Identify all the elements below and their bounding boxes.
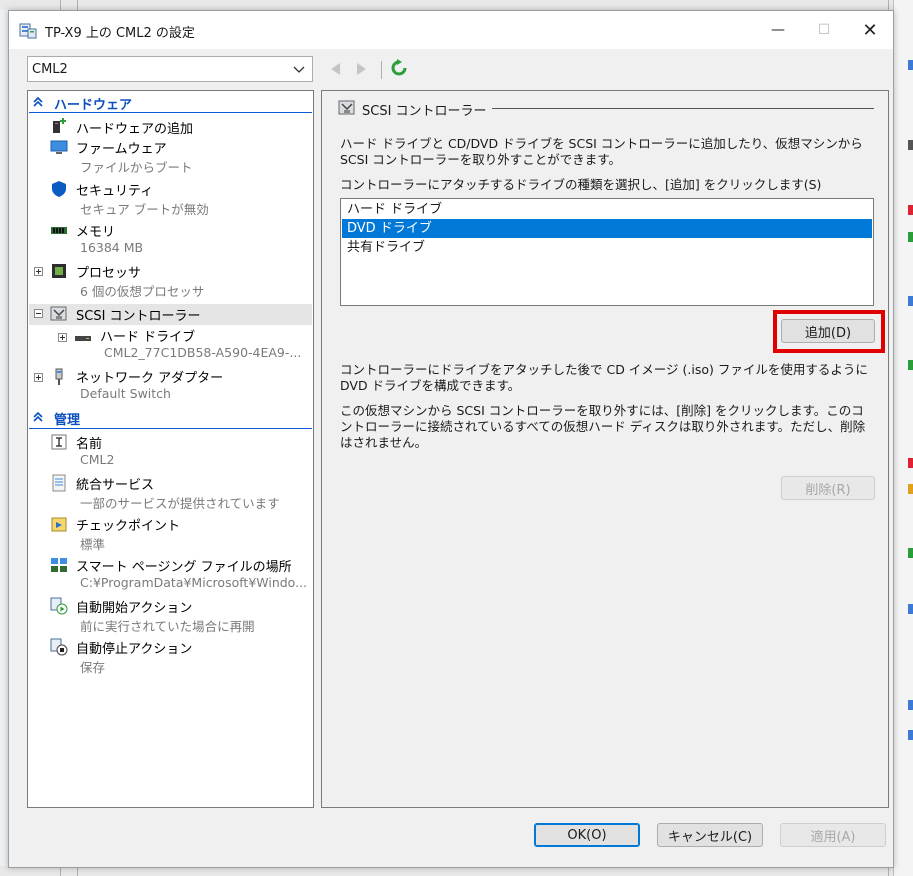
chevron-down-icon (293, 66, 305, 73)
maximize-button[interactable]: ☐ (801, 11, 847, 49)
list-item-shared-drive[interactable]: 共有ドライブ (342, 238, 872, 257)
smart-paging-icon (51, 558, 67, 572)
tree-item-scsi-controller[interactable]: SCSI コントローラー (76, 305, 201, 324)
management-header[interactable]: 管理 (54, 409, 80, 428)
firmware-icon (50, 140, 68, 154)
scsi-controller-panel: SCSI コントローラー ハード ドライブと CD/DVD ドライブを SCSI… (321, 90, 889, 808)
hardware-header[interactable]: ハードウェア (54, 94, 132, 113)
vm-selector-value: CML2 (32, 62, 68, 77)
checkpoint-icon (51, 517, 67, 532)
tree-item-processor-sub: 6 個の仮想プロセッサ (80, 284, 205, 299)
tree-item-security-sub: セキュア ブートが無効 (80, 202, 209, 217)
hard-drive-icon (75, 336, 91, 341)
tree-item-security[interactable]: セキュリティ (76, 180, 153, 199)
back-arrow-icon[interactable] (331, 63, 341, 75)
collapse-chevrons-icon[interactable] (32, 96, 44, 108)
tree-item-auto-start[interactable]: 自動開始アクション (76, 597, 192, 616)
tree-item-network-adapter[interactable]: ネットワーク アダプター (76, 367, 223, 386)
vm-settings-icon (19, 23, 37, 39)
hardware-header-line (29, 112, 312, 113)
panel-title: SCSI コントローラー (362, 104, 487, 119)
forward-arrow-icon[interactable] (356, 63, 366, 75)
memory-icon (51, 227, 67, 234)
tree-item-auto-start-sub: 前に実行されていた場合に再開 (80, 619, 255, 634)
tree-item-smart-paging-sub: C:¥ProgramData¥Microsoft¥Windo... (80, 575, 308, 590)
collapse-scsi-button[interactable] (34, 309, 43, 318)
tree-item-firmware-sub: ファイルからブート (80, 160, 193, 175)
expand-network-button[interactable] (34, 373, 43, 382)
tree-item-hard-drive-sub: CML2_77C1DB58-A590-4EA9-... (104, 345, 302, 360)
settings-tree: ハードウェア ハードウェアの追加 ファームウェア ファイルからブート セキュリテ… (27, 90, 314, 808)
tree-item-firmware[interactable]: ファームウェア (76, 138, 167, 157)
close-button[interactable]: ✕ (847, 11, 893, 49)
collapse-chevrons-icon[interactable] (32, 411, 44, 423)
tree-item-memory[interactable]: メモリ (76, 221, 115, 240)
add-hardware-icon (53, 118, 66, 133)
shield-icon (52, 181, 66, 197)
nav-separator (381, 61, 382, 79)
tree-item-checkpoint-sub: 標準 (80, 537, 106, 552)
tree-item-network-adapter-sub: Default Switch (80, 386, 171, 401)
minimize-button[interactable]: — (755, 11, 801, 49)
panel-description-1: ハード ドライブと CD/DVD ドライブを SCSI コントローラーに追加した… (340, 136, 863, 167)
drive-type-list[interactable]: ハード ドライブ DVD ドライブ 共有ドライブ (340, 198, 874, 306)
background-window-right (893, 0, 913, 876)
ok-button[interactable]: OK(O) (534, 823, 640, 847)
processor-icon (52, 264, 66, 278)
list-item-hard-drive[interactable]: ハード ドライブ (342, 200, 872, 219)
cancel-button[interactable]: キャンセル(C) (657, 823, 763, 847)
panel-description-2: コントローラーにドライブをアタッチした後で CD イメージ (.iso) ファイ… (340, 362, 868, 393)
tree-item-memory-sub: 16384 MB (80, 240, 144, 255)
tree-item-integration-services[interactable]: 統合サービス (76, 474, 154, 493)
tree-item-auto-stop-sub: 保存 (80, 660, 106, 675)
expand-processor-button[interactable] (34, 267, 43, 276)
tree-item-name-sub: CML2 (80, 452, 115, 467)
scsi-controller-icon (50, 306, 67, 321)
settings-window: TP-X9 上の CML2 の設定 — ☐ ✕ CML2 ハードウェア ハードウ… (8, 10, 894, 868)
vm-selector[interactable]: CML2 (27, 56, 313, 82)
drive-type-prompt: コントローラーにアタッチするドライブの種類を選択し、[追加] をクリックします(… (340, 177, 822, 192)
tree-item-name[interactable]: 名前 (76, 433, 102, 452)
expand-hard-drive-button[interactable] (58, 333, 67, 342)
tree-item-integration-services-sub: 一部のサービスが提供されています (80, 496, 280, 511)
apply-button[interactable]: 適用(A) (780, 823, 886, 847)
tree-item-auto-stop[interactable]: 自動停止アクション (76, 638, 192, 657)
panel-title-line (492, 108, 874, 109)
name-icon (51, 434, 67, 450)
tree-item-smart-paging[interactable]: スマート ページング ファイルの場所 (76, 556, 292, 575)
refresh-icon[interactable] (390, 59, 408, 77)
network-adapter-icon (55, 368, 63, 385)
tree-item-hard-drive[interactable]: ハード ドライブ (100, 326, 195, 345)
background-window-top (0, 0, 913, 10)
integration-services-icon (52, 474, 66, 492)
highlight-annotation-box (773, 310, 885, 353)
management-header-line (29, 428, 312, 429)
tree-item-processor[interactable]: プロセッサ (76, 262, 141, 281)
scsi-controller-icon (338, 100, 355, 115)
window-title: TP-X9 上の CML2 の設定 (45, 26, 195, 41)
panel-description-3: この仮想マシンから SCSI コントローラーを取り外すには、[削除] をクリック… (340, 403, 866, 450)
auto-stop-icon (50, 638, 68, 656)
remove-button[interactable]: 削除(R) (781, 476, 875, 500)
tree-item-checkpoint[interactable]: チェックポイント (76, 515, 180, 534)
title-bar: TP-X9 上の CML2 の設定 — ☐ ✕ (9, 11, 893, 49)
list-item-dvd-drive[interactable]: DVD ドライブ (342, 219, 872, 238)
tree-item-add-hardware[interactable]: ハードウェアの追加 (76, 118, 193, 137)
auto-start-icon (50, 597, 68, 615)
